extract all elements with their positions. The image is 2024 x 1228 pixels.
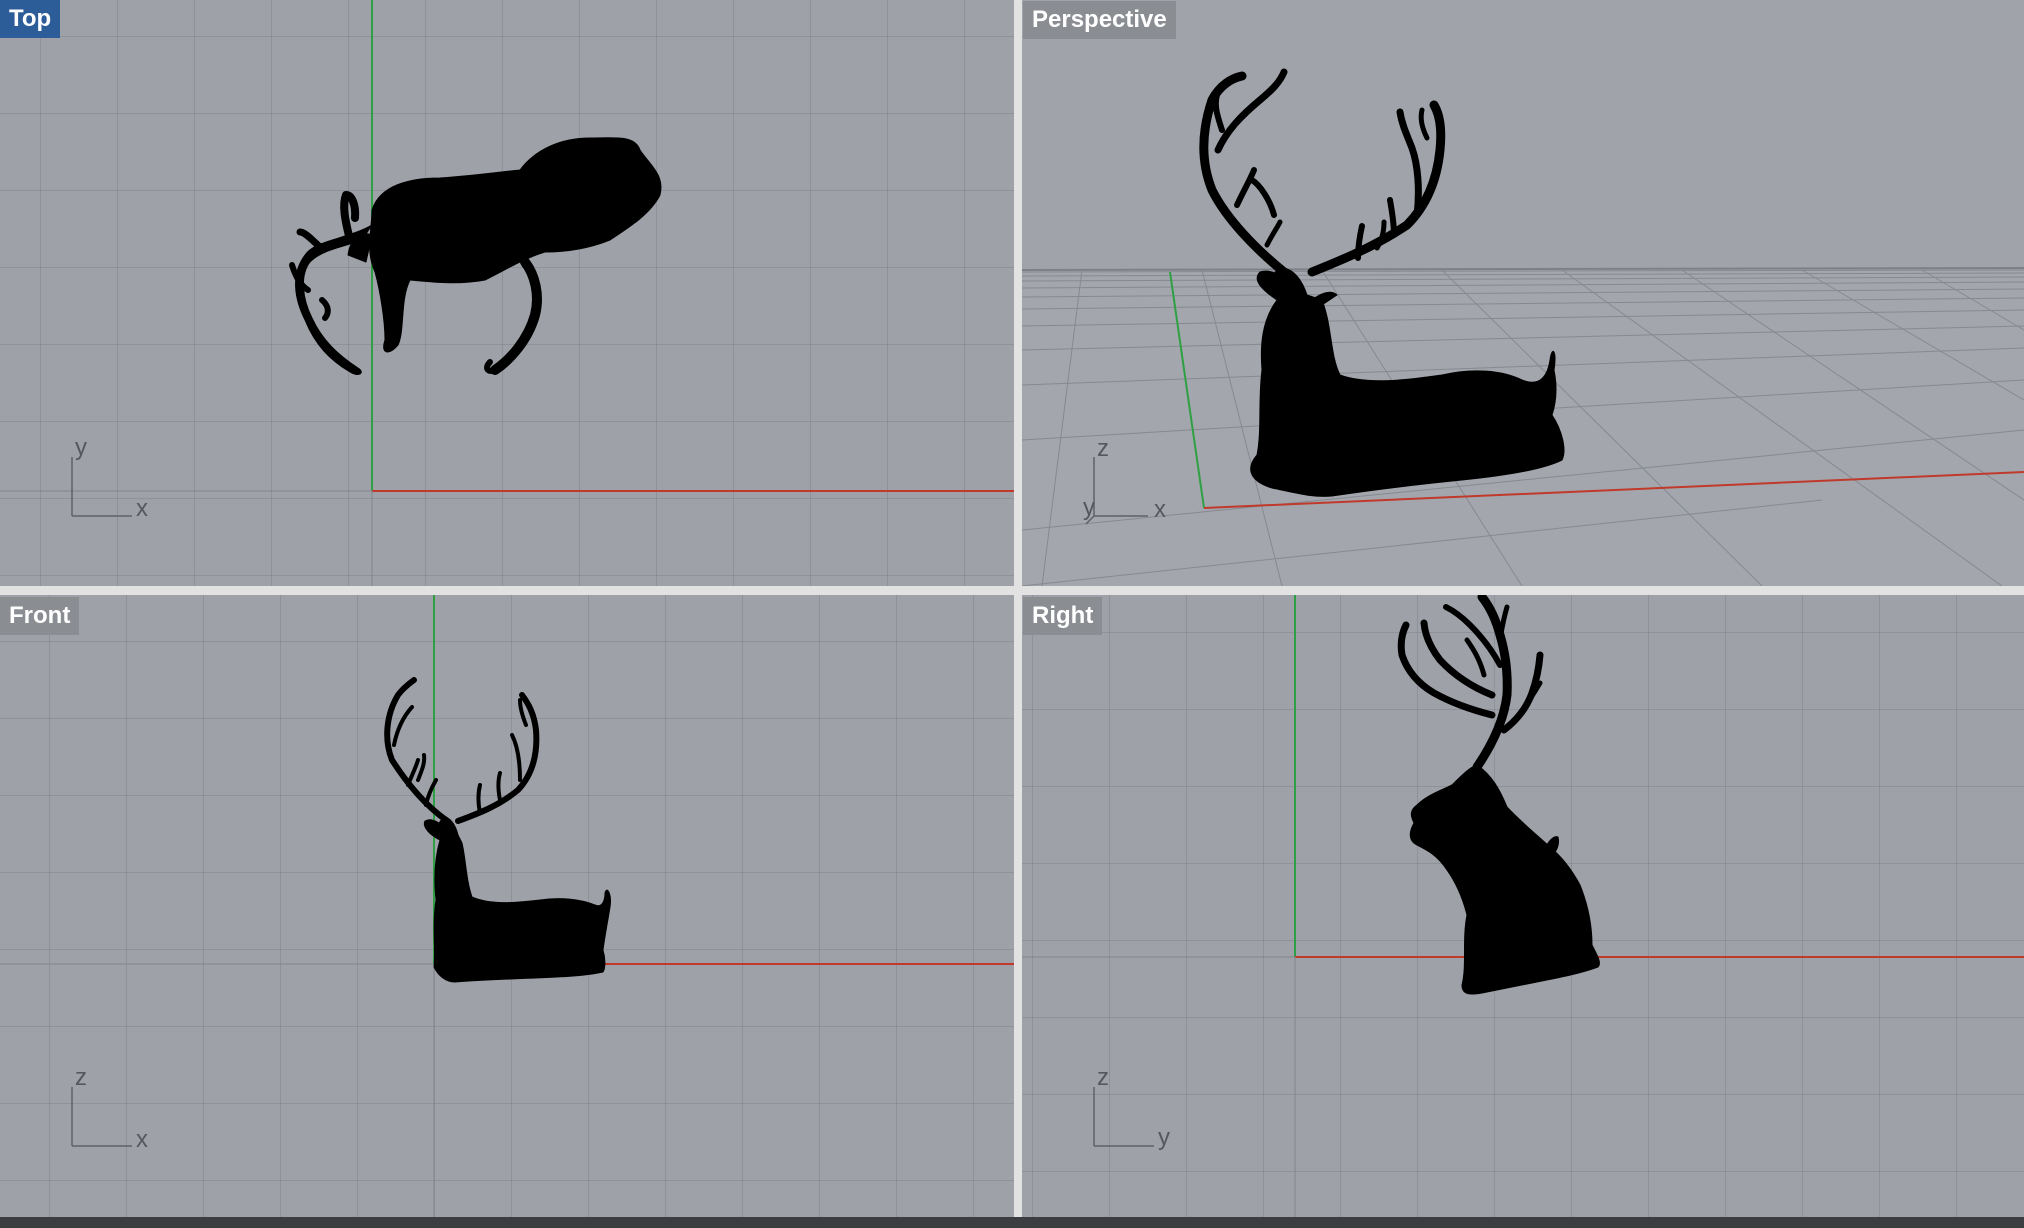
viewport-label-right[interactable]: Right [1023, 597, 1103, 635]
axis-label-x: x [136, 495, 148, 522]
viewport-label-perspective[interactable]: Perspective [1023, 1, 1176, 39]
axis-triad-front [71, 1087, 132, 1147]
deer-model-front[interactable] [384, 677, 611, 983]
viewport-label-top[interactable]: Top [0, 0, 61, 38]
axis-label-z: z [1097, 435, 1109, 462]
viewport-perspective[interactable]: Perspective z y x [1022, 0, 2024, 586]
viewport-label-front[interactable]: Front [0, 597, 80, 635]
top-scene: y x [0, 0, 1014, 586]
status-bar [0, 1217, 2024, 1228]
axis-triad-right [1093, 1087, 1154, 1147]
deer-model-right[interactable] [1397, 595, 1600, 995]
axis-label-z: z [75, 1064, 87, 1091]
axis-label-y: y [1158, 1124, 1170, 1151]
deer-model-top[interactable] [289, 137, 662, 375]
perspective-scene: z y x [1022, 68, 2024, 586]
rhino-quad-viewports: Top y x Perspective z y x Front z x Righ… [0, 0, 2024, 1228]
axis-label-x: x [1154, 496, 1166, 523]
front-scene: z x [0, 595, 1014, 1217]
axis-label-z: z [1097, 1064, 1109, 1091]
horizon-line [1022, 267, 2024, 271]
axis-label-y: y [75, 434, 87, 461]
axis-label-x: x [136, 1126, 148, 1153]
viewport-front[interactable]: Front z x [0, 595, 1014, 1217]
axis-label-y: y [1083, 494, 1095, 521]
viewport-right[interactable]: Right z y [1022, 595, 2024, 1217]
viewport-top[interactable]: Top y x [0, 0, 1014, 586]
axis-triad-top [71, 457, 132, 517]
right-scene: z y [1022, 595, 2024, 1217]
